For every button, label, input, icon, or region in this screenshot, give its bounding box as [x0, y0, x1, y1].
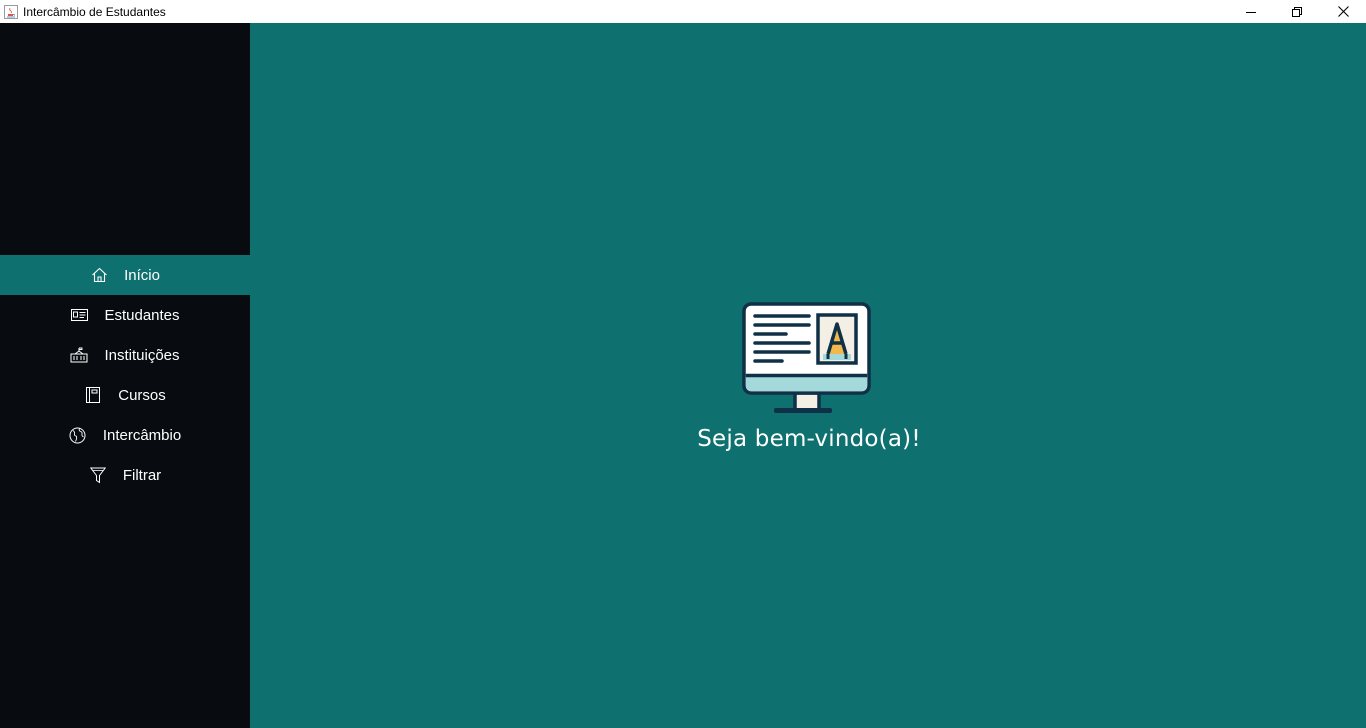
sidebar-item-label: Início: [124, 266, 160, 284]
globe-icon: [69, 426, 87, 444]
home-icon: [90, 266, 108, 284]
title-bar: Intercâmbio de Estudantes: [0, 0, 1366, 23]
sidebar-item-filtrar[interactable]: Filtrar: [0, 455, 250, 495]
filter-icon: [89, 466, 107, 484]
sidebar-item-intercambio[interactable]: Intercâmbio: [0, 415, 250, 455]
main-content: Seja bem-vindo(a)!: [250, 23, 1366, 728]
sidebar-item-label: Estudantes: [104, 306, 180, 324]
window-title: Intercâmbio de Estudantes: [23, 4, 166, 19]
sidebar-nav: Início Estudantes Instituições Cursos In…: [0, 255, 250, 495]
computer-monitor-icon: [742, 302, 872, 417]
close-button[interactable]: [1320, 0, 1366, 23]
book-icon: [84, 386, 102, 404]
restore-button[interactable]: [1274, 0, 1320, 23]
sidebar-item-cursos[interactable]: Cursos: [0, 375, 250, 415]
sidebar-item-label: Intercâmbio: [102, 426, 182, 444]
java-cup-icon: [3, 4, 19, 20]
sidebar-item-label: Cursos: [118, 386, 166, 404]
minimize-icon: [1246, 11, 1256, 13]
sidebar-item-estudantes[interactable]: Estudantes: [0, 295, 250, 335]
building-icon: [70, 346, 88, 364]
id-card-icon: [70, 306, 88, 324]
minimize-button[interactable]: [1228, 0, 1274, 23]
sidebar-item-inicio[interactable]: Início: [0, 255, 250, 295]
sidebar-item-label: Filtrar: [122, 466, 162, 484]
sidebar-item-instituicoes[interactable]: Instituições: [0, 335, 250, 375]
close-icon: [1337, 6, 1349, 17]
window-controls: [1228, 0, 1366, 23]
welcome-message: Seja bem-vindo(a)!: [697, 426, 921, 452]
restore-icon: [1292, 6, 1302, 17]
sidebar: Início Estudantes Instituições Cursos In…: [0, 23, 250, 728]
sidebar-item-label: Instituições: [104, 346, 180, 364]
